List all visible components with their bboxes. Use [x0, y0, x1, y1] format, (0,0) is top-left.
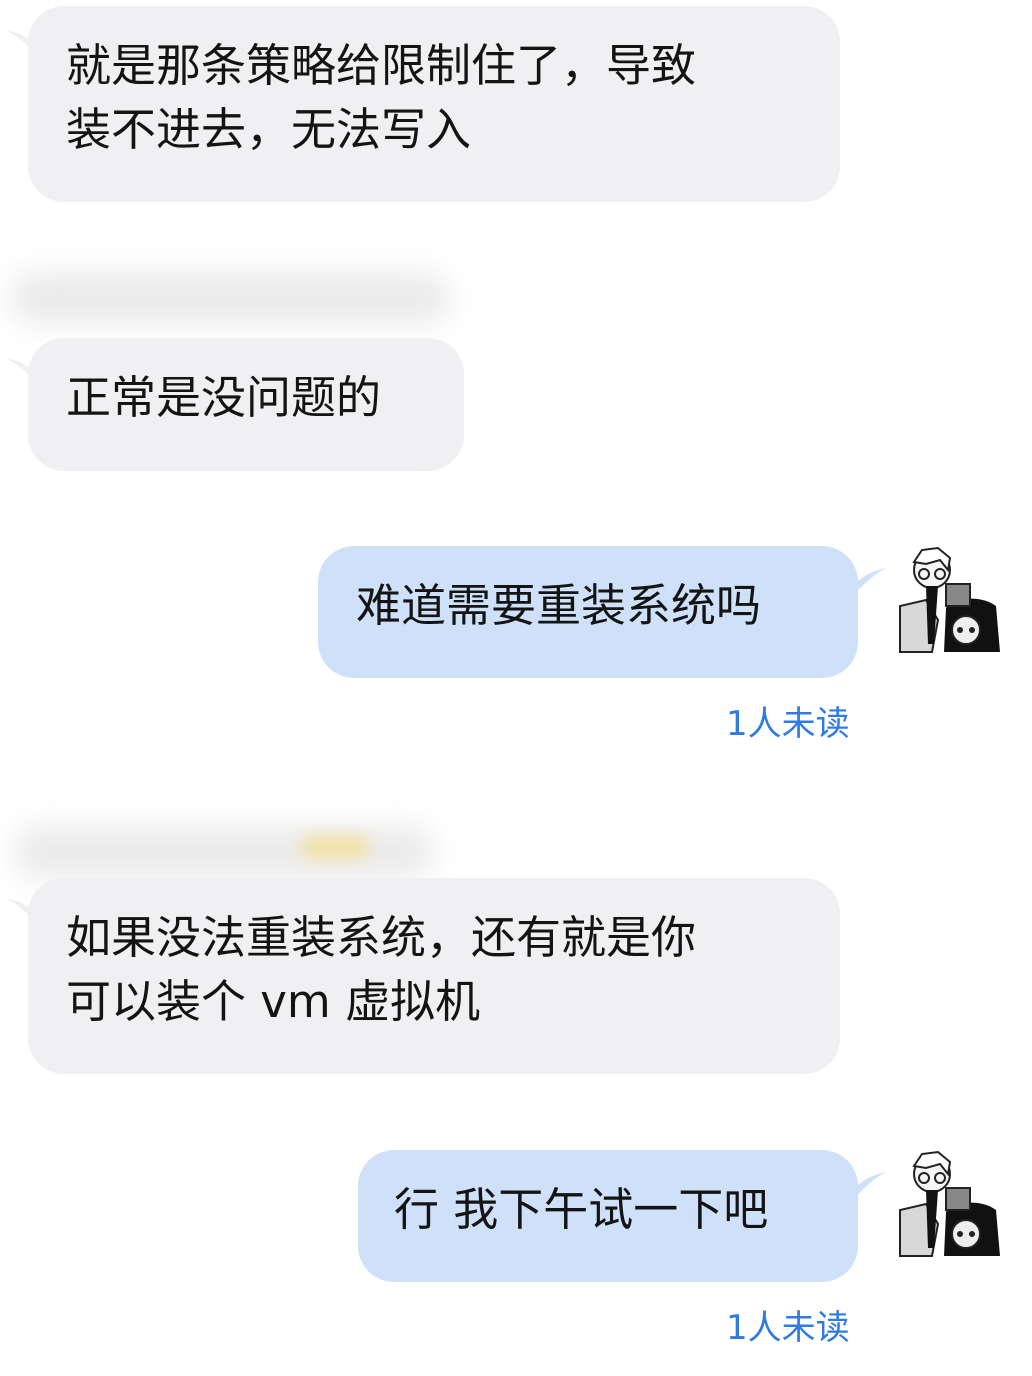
sender-name-blurred	[14, 826, 434, 878]
bubble-tail-icon	[846, 568, 886, 604]
message-bubble-outgoing[interactable]: 难道需要重装系统吗	[318, 546, 858, 678]
bubble-tail-icon	[846, 1172, 886, 1208]
message-bubble-incoming[interactable]: 就是那条策略给限制住了，导致 装不进去，无法写入	[28, 6, 840, 202]
read-status: 1人未读	[726, 704, 850, 744]
message-bubble-incoming[interactable]: 如果没法重装系统，还有就是你 可以装个 vm 虚拟机	[28, 878, 840, 1074]
bubble-tail-icon	[6, 30, 46, 66]
bubble-tail-icon	[6, 358, 46, 394]
user-avatar-cartoon-icon[interactable]	[892, 544, 1004, 656]
sender-name-blurred	[10, 272, 450, 324]
read-status: 1人未读	[726, 1308, 850, 1348]
message-bubble-incoming[interactable]: 正常是没问题的	[28, 338, 464, 471]
message-bubble-outgoing[interactable]: 行 我下午试一下吧	[358, 1150, 858, 1282]
bubble-tail-icon	[6, 898, 46, 934]
sender-badge-blurred	[300, 836, 370, 858]
user-avatar-cartoon-icon[interactable]	[892, 1148, 1004, 1260]
